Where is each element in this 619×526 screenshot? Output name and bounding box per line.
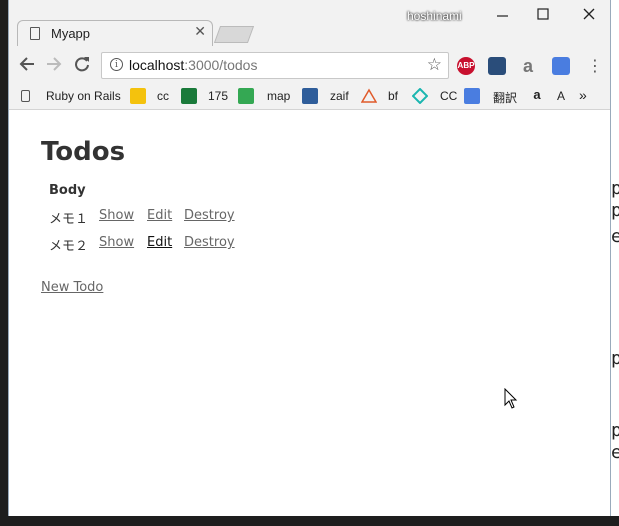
translate-extension-icon[interactable] — [552, 57, 570, 75]
show-link[interactable]: Show — [99, 208, 134, 223]
bookmark-A[interactable]: A — [557, 89, 565, 103]
amazon-extension-icon[interactable]: a — [519, 57, 537, 75]
minimize-icon — [497, 15, 508, 17]
background-editor-strip: p p e p p e — [611, 0, 619, 526]
back-arrow-icon — [19, 57, 34, 71]
profile-name[interactable]: hoshinami — [407, 9, 462, 23]
page-icon — [30, 27, 40, 40]
new-todo-link[interactable]: New Todo — [41, 280, 103, 295]
page-icon — [21, 90, 30, 102]
adblock-icon[interactable]: ABP — [457, 57, 475, 75]
close-tab-icon[interactable]: ✕ — [194, 24, 206, 40]
taskbar-edge — [0, 516, 619, 526]
destroy-link[interactable]: Destroy — [184, 235, 235, 250]
todo-body: メモ１ — [49, 212, 89, 227]
maximize-icon — [537, 8, 549, 20]
page-title: Todos — [41, 137, 126, 167]
edit-link[interactable]: Edit — [147, 208, 172, 223]
maximize-button[interactable] — [529, 4, 557, 26]
bookmark-CC[interactable]: CC — [440, 89, 457, 103]
triangle-icon — [360, 88, 378, 104]
bookmark-zaif[interactable]: zaif — [330, 89, 349, 103]
bookmark-ruby-on-rails[interactable]: Ruby on Rails — [46, 89, 121, 103]
bookmarks-bar: Ruby on Rails cc 175 map zaif bf CC 翻訳 a… — [9, 84, 610, 110]
close-window-button[interactable] — [575, 4, 603, 26]
new-tab-button[interactable] — [213, 26, 255, 43]
reload-button[interactable] — [71, 54, 93, 76]
minimize-button[interactable] — [489, 4, 517, 26]
u-icon — [181, 88, 197, 104]
diamond-icon — [411, 87, 429, 105]
translate-icon — [464, 88, 480, 104]
forward-arrow-icon — [47, 57, 62, 71]
bookmark-star-icon[interactable]: ☆ — [427, 55, 442, 75]
back-button[interactable] — [16, 54, 38, 76]
amazon-icon: a — [533, 87, 541, 102]
page-content: Todos Body メモ１ Show Edit Destroy メモ２ Sho… — [9, 110, 610, 516]
tab-title: Myapp — [51, 26, 91, 41]
bookmark-175[interactable]: 175 — [208, 89, 228, 103]
edit-link[interactable]: Edit — [147, 235, 172, 250]
url-text[interactable]: localhost:3000/todos — [129, 57, 257, 73]
extension-icon[interactable] — [488, 57, 506, 75]
reload-icon — [75, 57, 89, 72]
browser-tab[interactable]: Myapp ✕ — [17, 20, 213, 47]
maps-icon — [238, 88, 254, 104]
toolbar: i localhost:3000/todos ☆ ABP a ⋮ — [9, 46, 610, 84]
forward-button[interactable] — [43, 54, 65, 76]
bookmark-translate[interactable]: 翻訳 — [493, 89, 517, 106]
address-bar[interactable]: i localhost:3000/todos ☆ — [101, 52, 449, 79]
destroy-link[interactable]: Destroy — [184, 208, 235, 223]
more-bookmarks-icon[interactable]: » — [579, 87, 587, 103]
title-bar: Myapp ✕ hoshinami — [9, 0, 610, 47]
browser-window: Myapp ✕ hoshinami i localhost:3000/todos… — [8, 0, 611, 516]
bookmark-map[interactable]: map — [267, 89, 290, 103]
todo-body: メモ２ — [49, 239, 89, 254]
grid-icon — [130, 88, 146, 104]
menu-icon[interactable]: ⋮ — [587, 56, 603, 75]
bookmark-bf[interactable]: bf — [388, 89, 398, 103]
info-icon[interactable]: i — [110, 58, 123, 71]
bookmark-cc[interactable]: cc — [157, 89, 169, 103]
zaif-icon — [302, 88, 318, 104]
close-icon — [583, 8, 595, 20]
show-link[interactable]: Show — [99, 235, 134, 250]
column-header-body: Body — [49, 183, 86, 198]
